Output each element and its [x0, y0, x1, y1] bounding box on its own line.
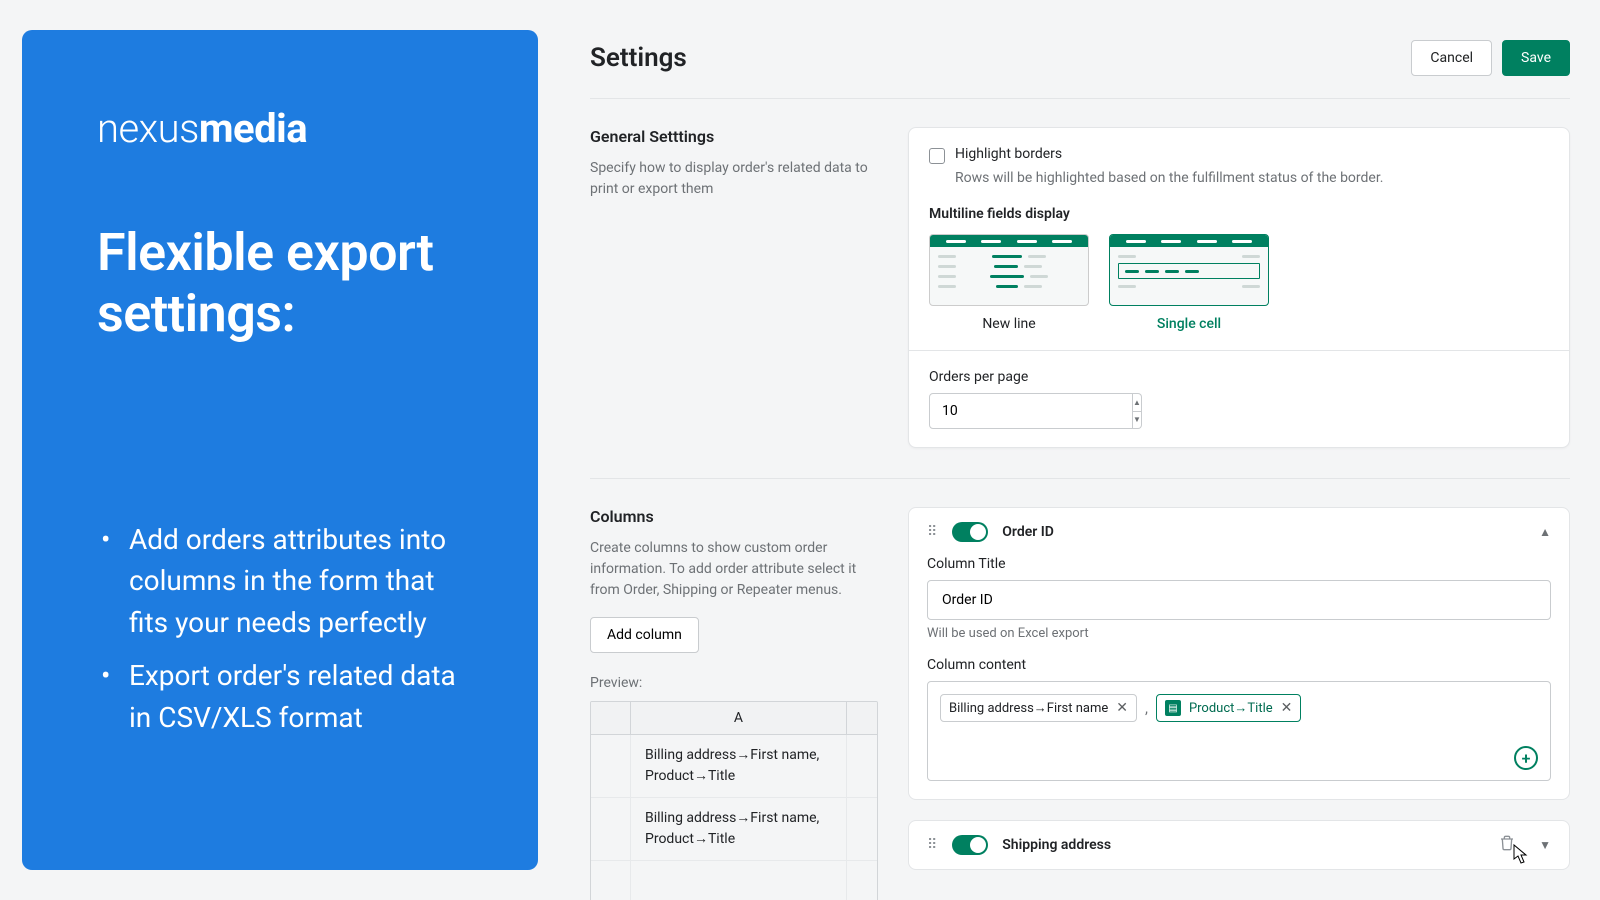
option-single-cell-preview — [1109, 234, 1269, 306]
section-description: Specify how to display order's related d… — [590, 158, 878, 200]
highlight-checkbox[interactable] — [929, 148, 945, 164]
preview-cell: Billing address→First name, Product→Titl… — [631, 735, 847, 797]
option-new-line-preview — [929, 234, 1089, 306]
stepper-up-icon[interactable]: ▲ — [1133, 394, 1141, 412]
brand-light: nexus — [97, 105, 199, 152]
column-card-order-id: ⠿ Order ID ▲ Column Title Will be used o… — [908, 507, 1570, 800]
topbar: Settings Cancel Save — [590, 40, 1570, 99]
content-tag-billing-first-name[interactable]: Billing address→First name ✕ — [940, 694, 1137, 722]
section-info: General Setttings Specify how to display… — [590, 127, 878, 448]
close-icon[interactable]: ✕ — [1281, 700, 1293, 716]
brand-bold: media — [199, 105, 307, 152]
add-attribute-icon[interactable]: + — [1514, 746, 1538, 770]
main-content: Settings Cancel Save General Setttings S… — [560, 0, 1600, 900]
brand-logo: nexusmedia — [97, 105, 478, 152]
column-content-box[interactable]: Billing address→First name ✕ , ▤ Product… — [927, 681, 1551, 781]
preview-col-header: A — [631, 702, 847, 734]
promo-sidebar: nexusmedia Flexible export settings: Add… — [0, 0, 560, 900]
add-column-button[interactable]: Add column — [590, 617, 699, 653]
drag-handle-icon[interactable]: ⠿ — [927, 837, 938, 853]
highlight-label: Highlight borders — [955, 146, 1062, 162]
stepper-down-icon[interactable]: ▼ — [1133, 412, 1141, 429]
expand-icon[interactable]: ▼ — [1539, 838, 1551, 852]
option-new-line[interactable]: New line — [929, 234, 1089, 332]
preview-cell: Billing address→First name, Product→Titl… — [631, 798, 847, 860]
collapse-icon[interactable]: ▲ — [1539, 525, 1551, 539]
column-card-shipping-address: ⠿ Shipping address ▼ — [908, 820, 1570, 870]
multiline-label: Multiline fields display — [929, 206, 1549, 222]
preview-label: Preview: — [590, 675, 878, 691]
page-title: Settings — [590, 43, 687, 73]
section-info: Columns Create columns to show custom or… — [590, 507, 878, 900]
promo-bullet: Export order's related data in CSV/XLS f… — [97, 655, 478, 738]
orders-per-page-input-wrap: ▲ ▼ — [929, 393, 1079, 429]
promo-bullet: Add orders attributes into columns in th… — [97, 519, 478, 643]
tag-label: Product→Title — [1189, 700, 1273, 716]
section-description: Create columns to show custom order info… — [590, 538, 878, 601]
action-buttons: Cancel Save — [1411, 40, 1570, 76]
drag-handle-icon[interactable]: ⠿ — [927, 524, 938, 540]
general-card: Highlight borders Rows will be highlight… — [908, 127, 1570, 448]
column-name: Shipping address — [1002, 837, 1485, 853]
close-icon[interactable]: ✕ — [1116, 700, 1128, 716]
column-enabled-toggle[interactable] — [952, 835, 988, 855]
option-single-cell-label: Single cell — [1157, 316, 1221, 332]
orders-per-page-input[interactable] — [929, 393, 1133, 429]
promo-bullets: Add orders attributes into columns in th… — [97, 519, 478, 750]
column-enabled-toggle[interactable] — [952, 522, 988, 542]
repeater-icon: ▤ — [1165, 700, 1181, 716]
columns-section: Columns Create columns to show custom or… — [590, 479, 1570, 900]
column-title-input[interactable] — [927, 580, 1551, 620]
tag-separator: , — [1145, 699, 1148, 717]
highlight-description: Rows will be highlighted based on the fu… — [955, 170, 1549, 186]
content-tag-product-title[interactable]: ▤ Product→Title ✕ — [1156, 694, 1301, 722]
section-heading: Columns — [590, 507, 878, 526]
promo-card: nexusmedia Flexible export settings: Add… — [22, 30, 538, 870]
trash-icon[interactable] — [1499, 835, 1515, 855]
promo-headline: Flexible export settings: — [97, 222, 478, 345]
orders-per-page-label: Orders per page — [929, 369, 1549, 385]
save-button[interactable]: Save — [1502, 40, 1570, 76]
general-section: General Setttings Specify how to display… — [590, 99, 1570, 479]
column-title-label: Column Title — [927, 556, 1551, 572]
option-single-cell[interactable]: Single cell — [1109, 234, 1269, 332]
column-name: Order ID — [1002, 524, 1525, 540]
preview-table: A Billing address→First name, Product→Ti… — [590, 701, 878, 900]
tag-label: Billing address→First name — [949, 700, 1108, 716]
column-title-hint: Will be used on Excel export — [927, 626, 1551, 641]
section-heading: General Setttings — [590, 127, 878, 146]
cancel-button[interactable]: Cancel — [1411, 40, 1492, 76]
column-content-label: Column content — [927, 657, 1551, 673]
option-new-line-label: New line — [982, 316, 1035, 332]
